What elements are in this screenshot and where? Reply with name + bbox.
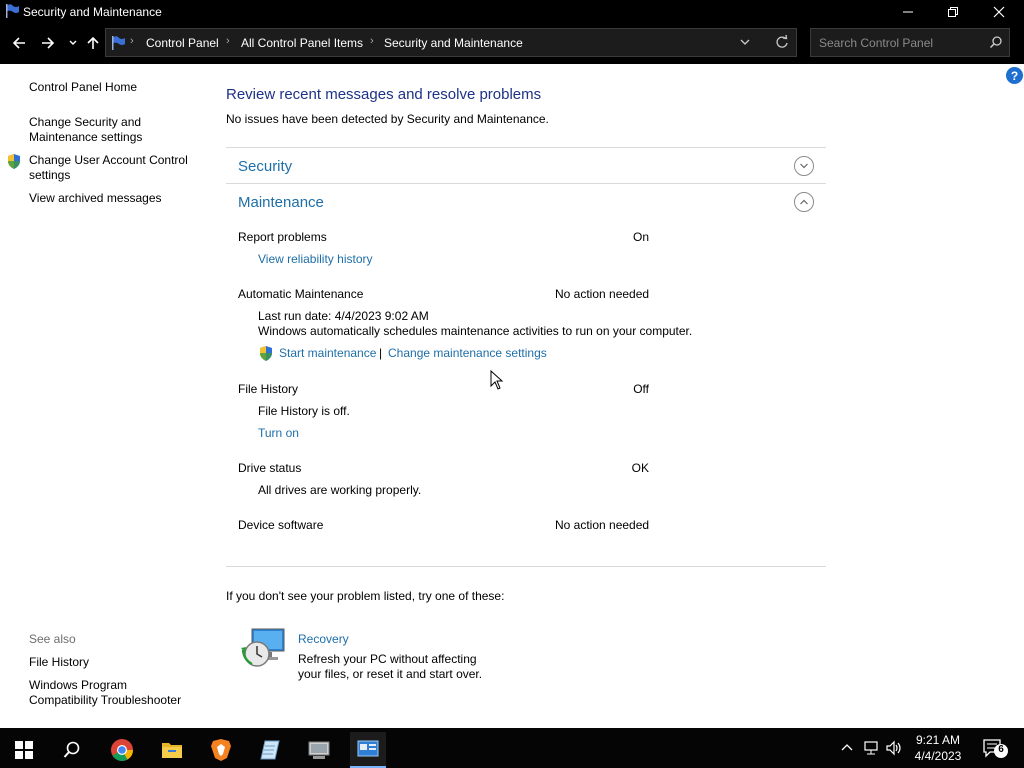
breadcrumb-separator-icon: › — [130, 35, 134, 47]
content-area: ? Control Panel Home Change Security and… — [0, 64, 1024, 728]
volume-icon[interactable] — [885, 740, 903, 759]
uac-shield-icon — [6, 153, 22, 173]
restore-button[interactable] — [930, 0, 976, 23]
control-panel-icon[interactable] — [350, 732, 386, 768]
drive-status-label: Drive status — [238, 461, 302, 475]
back-arrow-icon[interactable] — [9, 33, 29, 53]
help-icon[interactable]: ? — [1006, 67, 1023, 84]
search-icon — [989, 35, 1003, 52]
recovery-description-line2: your files, or reset it and start over. — [298, 667, 483, 681]
try-these-text: If you don't see your problem listed, tr… — [226, 589, 505, 603]
brave-icon[interactable] — [203, 732, 239, 768]
close-button[interactable] — [976, 0, 1022, 23]
page-subtitle: No issues have been detected by Security… — [226, 112, 549, 126]
search-placeholder: Search Control Panel — [819, 36, 934, 50]
divider — [226, 566, 826, 567]
up-arrow-icon[interactable] — [83, 33, 103, 53]
address-toolbar: › Control Panel › All Control Panel Item… — [0, 23, 1024, 64]
view-archived-messages-link[interactable]: View archived messages — [29, 191, 162, 206]
search-input[interactable]: Search Control Panel — [810, 28, 1010, 57]
search-icon[interactable] — [54, 732, 90, 768]
change-uac-settings-link-line1[interactable]: Change User Account Control — [29, 153, 188, 168]
change-maintenance-settings-link[interactable]: Change maintenance settings — [388, 346, 547, 360]
change-uac-settings-link-line2[interactable]: settings — [29, 168, 70, 183]
automatic-maintenance-label: Automatic Maintenance — [238, 287, 364, 301]
security-flag-icon — [110, 35, 126, 54]
change-security-settings-link-line1[interactable]: Change Security and — [29, 115, 141, 130]
device-software-label: Device software — [238, 518, 324, 532]
compat-troubleshooter-link-line1[interactable]: Windows Program — [29, 678, 127, 693]
maintenance-description: Windows automatically schedules maintena… — [258, 324, 693, 338]
uac-shield-icon — [258, 345, 274, 365]
title-bar: Security and Maintenance — [0, 0, 1024, 23]
page-title: Review recent messages and resolve probl… — [226, 86, 542, 103]
forward-arrow-icon[interactable] — [38, 33, 58, 53]
devices-icon[interactable] — [301, 732, 337, 768]
file-history-description: File History is off. — [258, 404, 350, 418]
compat-troubleshooter-link-line2[interactable]: Compatibility Troubleshooter — [29, 693, 181, 708]
drive-status-description: All drives are working properly. — [258, 483, 422, 497]
file-explorer-icon[interactable] — [154, 732, 190, 768]
breadcrumb-separator-icon: › — [370, 35, 374, 47]
chrome-icon[interactable] — [104, 732, 140, 768]
chevron-up-icon[interactable] — [794, 192, 814, 212]
start-icon[interactable] — [6, 732, 42, 768]
device-software-status: No action needed — [555, 518, 650, 532]
recovery-description-line1: Refresh your PC without affecting — [298, 652, 477, 666]
notification-count-badge: 6 — [998, 744, 1004, 755]
address-field[interactable]: › Control Panel › All Control Panel Item… — [105, 28, 797, 57]
report-problems-label: Report problems — [238, 230, 327, 244]
divider — [226, 183, 826, 184]
change-security-settings-link-line2[interactable]: Maintenance settings — [29, 130, 142, 145]
file-history-label: File History — [238, 382, 299, 396]
divider — [226, 147, 826, 148]
breadcrumb-control-panel[interactable]: Control Panel — [146, 36, 219, 50]
breadcrumb-security-maintenance[interactable]: Security and Maintenance — [384, 36, 523, 50]
automatic-maintenance-status: No action needed — [555, 287, 650, 301]
chevron-down-icon[interactable] — [794, 156, 814, 176]
recent-locations-chevron-icon[interactable] — [63, 33, 83, 53]
system-clock[interactable]: 9:21 AM 4/4/2023 — [904, 732, 972, 764]
window-title: Security and Maintenance — [23, 5, 162, 19]
security-flag-icon — [4, 3, 20, 19]
link-divider: | — [379, 346, 383, 360]
clock-date: 4/4/2023 — [914, 749, 962, 763]
file-history-link[interactable]: File History — [29, 655, 89, 670]
breadcrumb-separator-icon: › — [226, 35, 230, 47]
network-icon[interactable] — [862, 740, 880, 759]
notification-center-icon[interactable]: 6 — [982, 738, 1010, 763]
clock-time: 9:21 AM — [915, 733, 961, 747]
turn-on-link[interactable]: Turn on — [258, 426, 299, 440]
recovery-link[interactable]: Recovery — [298, 632, 349, 646]
maintenance-section-header[interactable]: Maintenance — [238, 194, 324, 211]
view-reliability-history-link[interactable]: View reliability history — [258, 252, 373, 266]
refresh-icon[interactable] — [774, 34, 790, 53]
control-panel-home-link[interactable]: Control Panel Home — [29, 80, 137, 95]
mouse-cursor-icon — [490, 369, 504, 393]
file-history-status: Off — [633, 382, 649, 396]
drive-status-value: OK — [631, 461, 649, 475]
report-problems-status: On — [632, 230, 649, 244]
start-maintenance-link[interactable]: Start maintenance — [279, 346, 376, 360]
notepad-icon[interactable] — [252, 732, 288, 768]
security-section-header[interactable]: Security — [238, 158, 292, 175]
recovery-icon[interactable] — [240, 626, 286, 673]
show-hidden-icons-chevron-icon[interactable] — [840, 740, 854, 757]
address-dropdown-chevron-icon[interactable] — [739, 36, 751, 51]
minimize-button[interactable] — [885, 0, 931, 23]
last-run-date: Last run date: 4/4/2023 9:02 AM — [258, 309, 429, 323]
taskbar: 9:21 AM 4/4/2023 6 — [0, 728, 1024, 768]
breadcrumb-all-items[interactable]: All Control Panel Items — [241, 36, 363, 50]
see-also-heading: See also — [29, 632, 76, 646]
